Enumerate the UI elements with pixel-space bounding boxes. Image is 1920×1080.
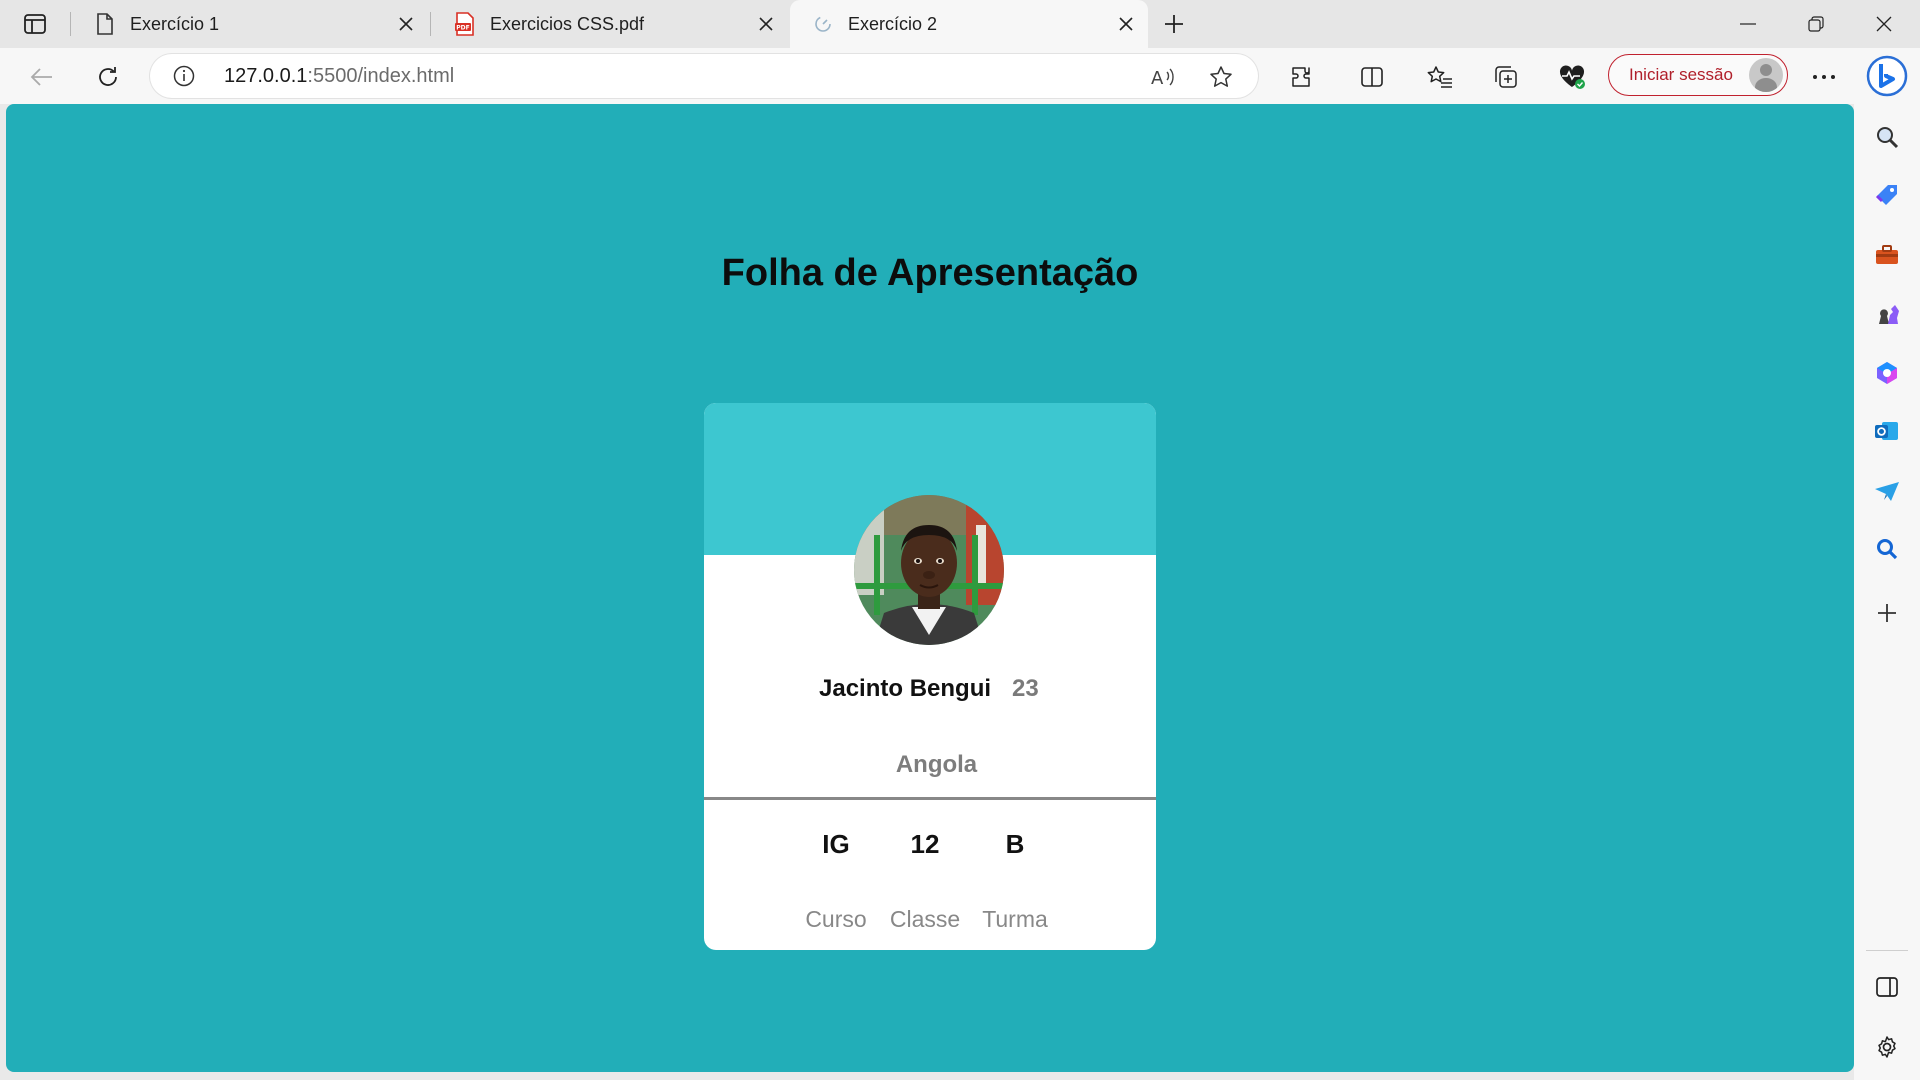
browser-toolbar: 127.0.0.1:5500/index.html A Iniciar sess… bbox=[0, 48, 1920, 104]
favorites-icon bbox=[1427, 66, 1452, 88]
page-viewport: Folha de Apresentação Jacinto Bengui 23 … bbox=[6, 104, 1854, 1072]
restore-icon bbox=[1808, 16, 1824, 32]
refresh-button[interactable] bbox=[90, 60, 126, 94]
more-dots-icon bbox=[1813, 75, 1835, 79]
heart-pulse-icon bbox=[1559, 65, 1585, 89]
svg-text:A: A bbox=[1151, 68, 1164, 88]
sidebar-outlook-button[interactable] bbox=[1870, 414, 1904, 448]
sidebar-divider bbox=[1866, 950, 1908, 951]
split-screen-icon bbox=[1361, 67, 1383, 87]
stat-value-classe: 12 bbox=[910, 829, 940, 859]
tab-actions-button[interactable] bbox=[20, 10, 50, 38]
stat-label-curso: Curso bbox=[805, 906, 867, 932]
shopping-tag-icon bbox=[1875, 185, 1897, 205]
tab-title: Exercicios CSS.pdf bbox=[490, 13, 645, 34]
sidebar-add-button[interactable] bbox=[1870, 596, 1904, 630]
tab-separator bbox=[70, 12, 71, 36]
stat-label-classe: Classe bbox=[889, 906, 961, 932]
address-bar[interactable]: 127.0.0.1:5500/index.html A bbox=[150, 54, 1258, 98]
puzzle-icon bbox=[1292, 67, 1310, 87]
close-window-button[interactable] bbox=[1850, 0, 1918, 48]
collections-button[interactable] bbox=[1488, 60, 1524, 94]
info-icon[interactable] bbox=[172, 64, 196, 88]
avatar-icon bbox=[1749, 58, 1783, 92]
extensions-button[interactable] bbox=[1284, 60, 1320, 94]
gear-icon bbox=[1878, 1036, 1896, 1058]
microsoft-365-icon bbox=[1877, 362, 1897, 384]
sidebar-telegram-button[interactable] bbox=[1870, 474, 1904, 508]
collections-icon bbox=[1495, 66, 1517, 88]
toolbox-icon bbox=[1876, 245, 1898, 264]
sidebar-panel-icon bbox=[1876, 977, 1898, 997]
person-name: Jacinto Bengui bbox=[819, 675, 992, 702]
card-divider bbox=[704, 797, 1156, 800]
tab-title: Exercício 2 bbox=[848, 13, 938, 34]
sidebar-search-button[interactable] bbox=[1870, 120, 1904, 154]
sidebar-shopping-button[interactable] bbox=[1870, 178, 1904, 212]
address-url[interactable]: 127.0.0.1:5500/index.html bbox=[224, 65, 454, 88]
read-aloud-icon[interactable]: A bbox=[1148, 62, 1178, 92]
settings-more-button[interactable] bbox=[1806, 60, 1842, 94]
minimize-button[interactable] bbox=[1714, 0, 1782, 48]
new-tab-button[interactable] bbox=[1158, 8, 1190, 40]
pdf-icon: PDF bbox=[454, 12, 476, 36]
tab-exercicio-1[interactable]: Exercício 1 bbox=[72, 0, 428, 48]
tab-separator bbox=[430, 12, 431, 36]
tab-exercicio-2[interactable]: Exercício 2 bbox=[790, 0, 1148, 48]
sign-in-label: Iniciar sessão bbox=[1629, 65, 1733, 84]
url-path: :5500/index.html bbox=[307, 65, 455, 87]
person-age: 23 bbox=[1012, 675, 1039, 702]
outlook-icon bbox=[1875, 422, 1898, 440]
live-server-icon bbox=[812, 12, 834, 36]
tab-strip: Exercício 1 PDF Exercicios CSS.pdf Exerc… bbox=[0, 0, 1920, 48]
send-icon bbox=[1875, 482, 1899, 501]
close-icon[interactable] bbox=[754, 12, 778, 36]
edge-sidebar bbox=[1854, 48, 1920, 1080]
browser-essentials-button[interactable] bbox=[1554, 60, 1590, 94]
favorites-button[interactable] bbox=[1422, 60, 1458, 94]
person-country: Angola bbox=[895, 751, 978, 778]
stat-label-turma: Turma bbox=[982, 906, 1048, 932]
sign-in-button[interactable]: Iniciar sessão bbox=[1608, 54, 1788, 96]
chess-piece-icon bbox=[1879, 305, 1899, 324]
profile-card: Jacinto Bengui 23 Angola IG 12 B Curso C… bbox=[704, 403, 1156, 950]
tab-exercicios-css-pdf[interactable]: PDF Exercicios CSS.pdf bbox=[432, 0, 788, 48]
page-icon bbox=[94, 12, 116, 36]
back-button[interactable] bbox=[24, 60, 60, 94]
tab-title: Exercício 1 bbox=[130, 13, 220, 34]
minimize-icon bbox=[1740, 23, 1756, 25]
page-title: Folha de Apresentação bbox=[721, 252, 1139, 294]
close-icon[interactable] bbox=[394, 12, 418, 36]
close-icon bbox=[1876, 16, 1892, 32]
plus-icon bbox=[1165, 15, 1183, 33]
copilot-icon bbox=[1866, 55, 1908, 97]
restore-button[interactable] bbox=[1782, 0, 1850, 48]
copilot-button[interactable] bbox=[1865, 54, 1909, 98]
star-icon[interactable] bbox=[1206, 62, 1236, 92]
stat-value-turma: B bbox=[1005, 829, 1025, 859]
hide-sidebar-button[interactable] bbox=[1870, 970, 1904, 1004]
url-host: 127.0.0.1 bbox=[224, 65, 308, 87]
search-icon bbox=[1877, 539, 1898, 560]
tab-actions-icon bbox=[24, 14, 46, 34]
sidebar-games-button[interactable] bbox=[1870, 296, 1904, 330]
arrow-left-icon bbox=[30, 68, 52, 86]
sidebar-settings-button[interactable] bbox=[1870, 1030, 1904, 1064]
refresh-icon bbox=[99, 67, 117, 86]
close-icon[interactable] bbox=[1114, 12, 1138, 36]
svg-text:PDF: PDF bbox=[456, 25, 469, 32]
sidebar-bing-search-button[interactable] bbox=[1870, 532, 1904, 566]
profile-photo bbox=[854, 495, 1004, 645]
plus-icon bbox=[1878, 604, 1896, 622]
stat-value-curso: IG bbox=[822, 829, 850, 859]
sidebar-m365-button[interactable] bbox=[1870, 356, 1904, 390]
split-screen-button[interactable] bbox=[1354, 60, 1390, 94]
sidebar-tools-button[interactable] bbox=[1870, 238, 1904, 272]
search-icon bbox=[1877, 127, 1899, 149]
